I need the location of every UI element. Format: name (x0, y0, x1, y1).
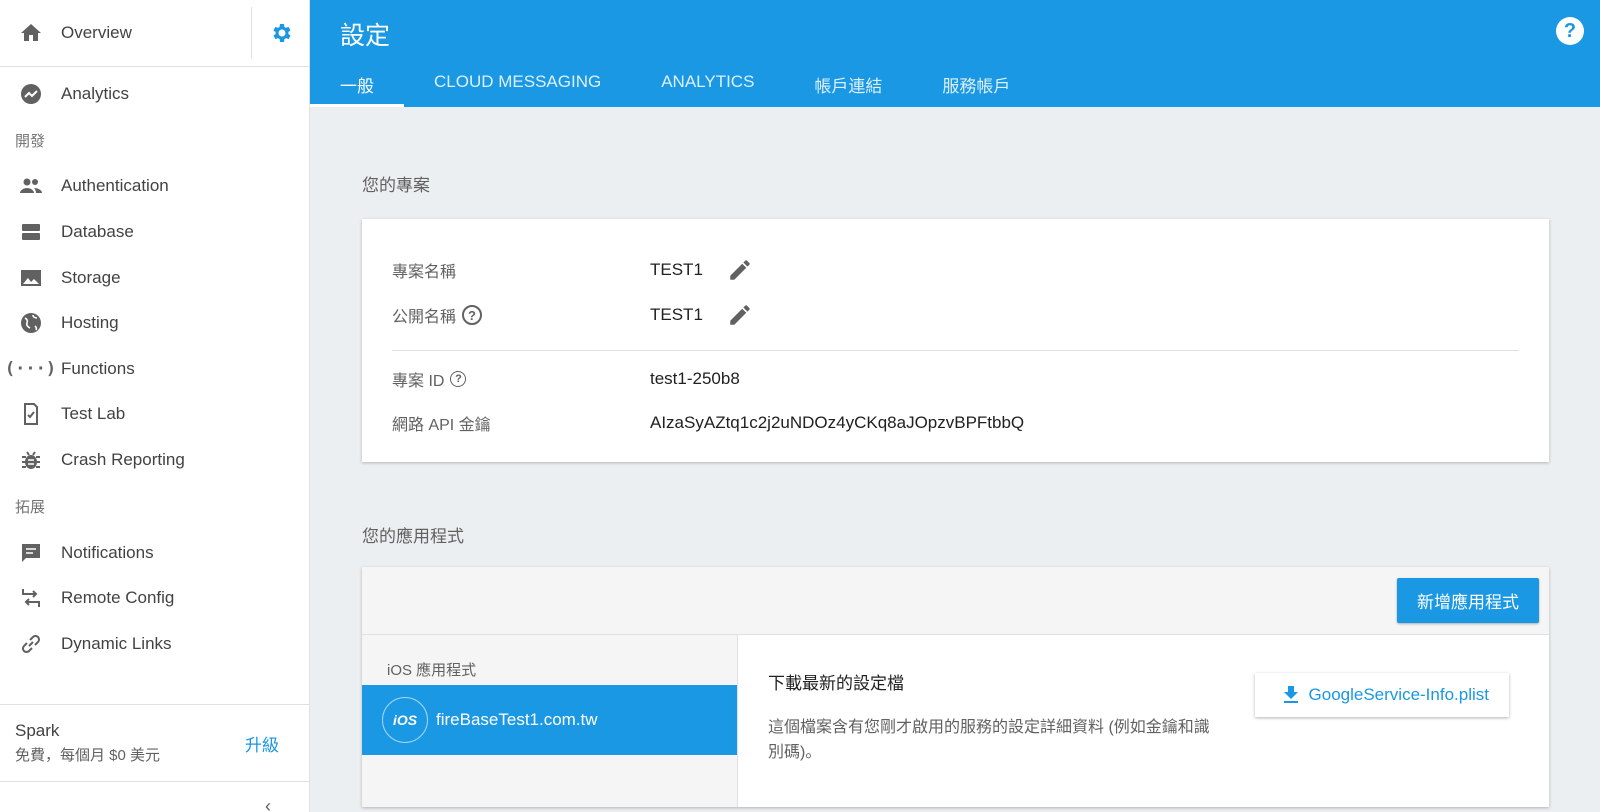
download-icon (1283, 686, 1298, 703)
sidebar-item-label: Hosting (61, 313, 119, 333)
sidebar-item-analytics[interactable]: Analytics (0, 71, 309, 117)
sidebar-item-storage[interactable]: Storage (0, 255, 309, 301)
globe-icon (0, 311, 61, 335)
download-config-label: GoogleService-Info.plist (1308, 685, 1489, 704)
sidebar-item-authentication[interactable]: Authentication (0, 164, 309, 210)
project-id-label: 專案 ID (392, 373, 445, 390)
sidebar: Overview Analytics 開發 Authentication Dat… (0, 0, 310, 812)
image-icon (0, 266, 61, 290)
api-key-value: AIzaSyAZtq1c2j2uNDOz4yCKq8aJOpzvBPFtbbQ (650, 413, 1025, 432)
settings-button[interactable] (251, 7, 309, 59)
project-id-key: 專案 ID ? (392, 367, 650, 391)
project-section-title: 您的專案 (362, 176, 430, 195)
public-name-label: 公開名稱 (392, 309, 457, 326)
edit-icon[interactable] (727, 302, 753, 328)
tab-bar: 一般 CLOUD MESSAGING ANALYTICS 帳戶連結 服務帳戶 (310, 62, 1040, 107)
plan-name: Spark (15, 721, 60, 740)
overview-row: Overview (0, 21, 132, 45)
chevron-left-icon: ‹ (265, 796, 271, 812)
public-name-key: 公開名稱 ? (392, 303, 650, 327)
app-list: iOS 應用程式 iOS fireBaseTest1.com.tw (362, 635, 738, 807)
sidebar-item-overview[interactable]: Overview (0, 0, 251, 66)
help-icon[interactable]: ? (1556, 17, 1584, 45)
divider (392, 350, 1519, 351)
sidebar-item-hosting[interactable]: Hosting (0, 300, 309, 346)
api-key-label: 網路 API 金鑰 (392, 417, 491, 434)
sidebar-item-remote-config[interactable]: Remote Config (0, 575, 309, 621)
sidebar-item-database[interactable]: Database (0, 209, 309, 255)
analytics-icon (0, 82, 61, 106)
sidebar-header: Overview (0, 0, 309, 67)
help-circle-icon[interactable]: ? (450, 371, 467, 387)
functions-icon: (···) (4, 358, 57, 379)
sidebar-item-dynamic-links[interactable]: Dynamic Links (0, 621, 309, 667)
sidebar-footer: Spark 免費，每個月 $0 美元 升級 ‹ (0, 704, 309, 812)
sidebar-item-label: Notifications (61, 542, 154, 562)
sidebar-item-label: Remote Config (61, 588, 175, 608)
database-icon (0, 220, 61, 244)
test-lab-icon (0, 402, 61, 426)
project-name-row: 專案名稱 TEST1 (392, 257, 753, 283)
tab-service-accounts[interactable]: 服務帳戶 (912, 62, 1040, 107)
page-title: 設定 (340, 22, 391, 50)
tab-analytics[interactable]: ANALYTICS (631, 62, 784, 107)
home-icon (0, 21, 61, 45)
collapse-sidebar-button[interactable]: ‹ (0, 782, 309, 812)
ios-icon: iOS (382, 697, 428, 743)
sidebar-item-label: Storage (61, 267, 121, 287)
edit-icon[interactable] (727, 257, 753, 283)
ios-apps-label: iOS 應用程式 (387, 662, 477, 679)
download-description: 這個檔案含有您剛才啟用的服務的設定詳細資料 (例如金鑰和識別碼)。 (768, 719, 1210, 761)
bug-icon (0, 448, 61, 472)
people-icon (0, 174, 61, 198)
public-name-row: 公開名稱 ? TEST1 (392, 302, 753, 328)
add-app-button[interactable]: 新增應用程式 (1397, 578, 1539, 623)
project-name-label: 專案名稱 (392, 264, 457, 281)
section-grow: 拓展 (15, 498, 46, 516)
app-header: 設定 ? 一般 CLOUD MESSAGING ANALYTICS 帳戶連結 服… (310, 0, 1600, 107)
tab-cloud-messaging[interactable]: CLOUD MESSAGING (404, 62, 631, 107)
app-name: fireBaseTest1.com.tw (436, 710, 598, 729)
download-config-button[interactable]: GoogleService-Info.plist (1254, 673, 1509, 717)
apps-card: 新增應用程式 iOS 應用程式 iOS fireBaseTest1.com.tw… (362, 567, 1549, 807)
upgrade-button[interactable]: 升級 (245, 731, 279, 756)
sidebar-item-test-lab[interactable]: Test Lab (0, 392, 309, 438)
download-title: 下載最新的設定檔 (768, 674, 904, 693)
project-card: 專案名稱 TEST1 公開名稱 ? TEST1 專案 ID ? test1-25… (362, 219, 1549, 462)
app-detail: 下載最新的設定檔 這個檔案含有您剛才啟用的服務的設定詳細資料 (例如金鑰和識別碼… (738, 635, 1549, 807)
public-name-value: TEST1 (650, 305, 703, 324)
sidebar-item-label: Crash Reporting (61, 449, 185, 469)
sidebar-item-notifications[interactable]: Notifications (0, 530, 309, 576)
section-develop: 開發 (15, 132, 46, 150)
remote-config-icon (0, 586, 61, 610)
plan-panel: Spark 免費，每個月 $0 美元 升級 (0, 704, 309, 782)
sidebar-item-label: Test Lab (61, 404, 126, 424)
apps-section-title: 您的應用程式 (362, 527, 464, 546)
link-icon (0, 632, 61, 656)
sidebar-item-functions[interactable]: (···) Functions (0, 346, 309, 392)
sidebar-item-label: Overview (61, 23, 132, 42)
project-name-value: TEST1 (650, 260, 703, 279)
tab-general[interactable]: 一般 (310, 62, 404, 107)
message-icon (0, 541, 61, 565)
sidebar-item-label: Database (61, 221, 134, 241)
plan-description: 免費，每個月 $0 美元 (15, 747, 161, 764)
apps-toolbar: 新增應用程式 (362, 567, 1549, 635)
project-id-row: 專案 ID ? test1-250b8 (392, 367, 740, 391)
help-circle-icon[interactable]: ? (462, 305, 483, 325)
tab-account-linking[interactable]: 帳戶連結 (784, 62, 912, 107)
api-key-row: 網路 API 金鑰 AIzaSyAZtq1c2j2uNDOz4yCKq8aJOp… (392, 411, 1024, 435)
sidebar-item-label: Functions (61, 358, 135, 378)
sidebar-item-label: Authentication (61, 176, 169, 196)
sidebar-item-crash-reporting[interactable]: Crash Reporting (0, 437, 309, 483)
main-content: 您的專案 專案名稱 TEST1 公開名稱 ? TEST1 專案 ID ? tes… (310, 107, 1600, 812)
project-id-value: test1-250b8 (650, 369, 740, 388)
gear-icon (272, 24, 291, 42)
sidebar-item-label: Analytics (61, 83, 130, 103)
sidebar-item-label: Dynamic Links (61, 633, 172, 653)
app-list-item[interactable]: iOS fireBaseTest1.com.tw (362, 685, 737, 755)
